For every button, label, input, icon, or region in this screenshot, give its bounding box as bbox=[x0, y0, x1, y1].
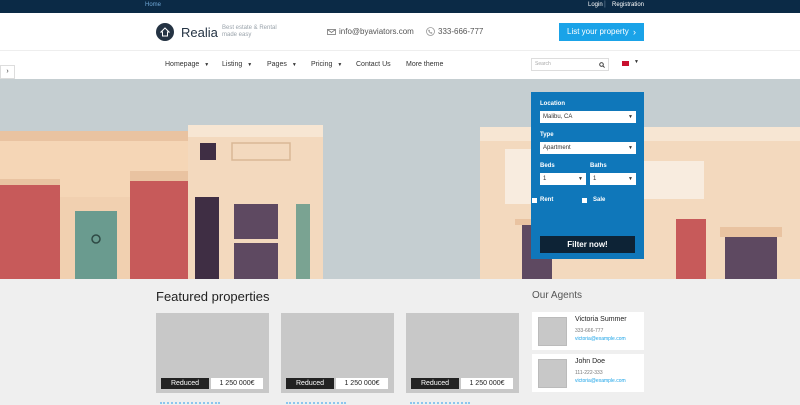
location-label: Location bbox=[540, 101, 565, 107]
contact-phone[interactable]: 333-666-777 bbox=[438, 27, 483, 36]
search-icon[interactable] bbox=[599, 62, 605, 68]
login-link[interactable]: Login bbox=[588, 2, 603, 8]
nav-item-label: Contact Us bbox=[356, 61, 391, 68]
type-value: Apartment bbox=[543, 145, 571, 151]
chevron-down-icon: ▼ bbox=[628, 145, 633, 151]
location-value: Malibu, CA bbox=[543, 114, 573, 120]
property-card[interactable]: Reduced 1 250 000€ bbox=[406, 313, 519, 393]
type-label: Type bbox=[540, 132, 554, 138]
agent-photo[interactable] bbox=[538, 359, 567, 388]
nav-item-pages[interactable]: Pages ▼ bbox=[267, 61, 297, 68]
rent-checkbox[interactable] bbox=[532, 198, 537, 203]
brand-name[interactable]: Realia bbox=[181, 25, 218, 40]
agent-phone: 111-222-333 bbox=[575, 370, 603, 376]
topbar-separator: | bbox=[604, 1, 606, 8]
featured-properties-title: Featured properties bbox=[156, 289, 270, 304]
agent-card[interactable]: Victoria Summer 333-666-777 victoria@exa… bbox=[532, 312, 644, 350]
list-property-label: List your property bbox=[567, 27, 629, 36]
nav-item-label: Pricing bbox=[311, 61, 333, 68]
status-badge: Reduced bbox=[286, 378, 334, 389]
chevron-down-icon: ▼ bbox=[628, 176, 633, 182]
caret-down-icon: ▼ bbox=[337, 62, 343, 68]
sale-label: Sale bbox=[593, 197, 606, 203]
phone-icon bbox=[426, 27, 435, 36]
price-tag: 1 250 000€ bbox=[336, 378, 388, 389]
list-property-button[interactable]: List your property › bbox=[559, 23, 644, 41]
uk-flag-icon[interactable] bbox=[622, 61, 629, 66]
agent-email[interactable]: victoria@example.com bbox=[575, 336, 626, 342]
mail-icon bbox=[327, 29, 336, 35]
agent-name[interactable]: John Doe bbox=[575, 358, 605, 365]
price-tag: 1 250 000€ bbox=[211, 378, 263, 389]
beds-label: Beds bbox=[540, 163, 555, 169]
nav-item-label: Pages bbox=[267, 61, 287, 68]
property-card[interactable]: Reduced 1 250 000€ bbox=[281, 313, 394, 393]
nav-item-label: Listing bbox=[222, 61, 243, 68]
price-tag: 1 250 000€ bbox=[461, 378, 513, 389]
property-filter-panel: Location Malibu, CA ▼ Type Apartment ▼ B… bbox=[531, 92, 644, 259]
nav-item-listing[interactable]: Listing ▼ bbox=[222, 61, 252, 68]
location-select[interactable]: Malibu, CA ▼ bbox=[540, 111, 636, 123]
nav-item-contact[interactable]: Contact Us bbox=[356, 61, 391, 68]
contact-email[interactable]: info@byaviators.com bbox=[339, 27, 414, 36]
nav-item-label: Homepage bbox=[165, 61, 200, 68]
registration-link[interactable]: Registration bbox=[612, 2, 644, 8]
chevron-right-icon: › bbox=[6, 68, 9, 75]
top-bar: Home Login | Registration bbox=[0, 0, 800, 13]
agent-name[interactable]: Victoria Summer bbox=[575, 316, 627, 323]
filter-submit-button[interactable]: Filter now! bbox=[540, 236, 635, 253]
nav-item-homepage[interactable]: Homepage ▼ bbox=[165, 61, 209, 68]
nav-item-pricing[interactable]: Pricing ▼ bbox=[311, 61, 342, 68]
type-select[interactable]: Apartment ▼ bbox=[540, 142, 636, 154]
agent-photo[interactable] bbox=[538, 317, 567, 346]
baths-label: Baths bbox=[590, 163, 607, 169]
main-nav: Homepage ▼ Listing ▼ Pages ▼ Pricing ▼ Conta… bbox=[0, 50, 800, 79]
agent-email[interactable]: victoria@example.com bbox=[575, 378, 626, 384]
status-badge: Reduced bbox=[161, 378, 209, 389]
chevron-down-icon: ▼ bbox=[628, 114, 633, 120]
agent-phone: 333-666-777 bbox=[575, 328, 604, 334]
nav-item-label: More theme bbox=[406, 61, 444, 68]
site-header: Realia Best estate & Rental made easy in… bbox=[0, 13, 800, 50]
beds-select[interactable]: 1 ▼ bbox=[540, 173, 586, 185]
caret-down-icon: ▼ bbox=[247, 62, 253, 68]
hero-illustration bbox=[0, 79, 800, 279]
agent-card[interactable]: John Doe 111-222-333 victoria@example.co… bbox=[532, 354, 644, 392]
rent-label: Rent bbox=[540, 197, 554, 203]
chevron-right-icon: › bbox=[633, 27, 636, 37]
baths-value: 1 bbox=[593, 176, 597, 182]
home-link[interactable]: Home bbox=[145, 2, 161, 8]
caret-down-icon[interactable]: ▼ bbox=[634, 59, 639, 65]
nav-item-more-theme[interactable]: More theme bbox=[406, 61, 443, 68]
search-input[interactable]: Search bbox=[531, 58, 609, 71]
sale-checkbox[interactable] bbox=[582, 198, 587, 203]
beds-value: 1 bbox=[543, 176, 547, 182]
caret-down-icon: ▼ bbox=[291, 62, 297, 68]
logo-home-icon[interactable] bbox=[156, 23, 174, 41]
hero-buildings-image bbox=[0, 125, 800, 279]
side-panel-toggle[interactable]: › bbox=[0, 65, 15, 79]
baths-select[interactable]: 1 ▼ bbox=[590, 173, 636, 185]
caret-down-icon: ▼ bbox=[204, 62, 210, 68]
our-agents-title: Our Agents bbox=[532, 290, 583, 301]
property-card[interactable]: Reduced 1 250 000€ bbox=[156, 313, 269, 393]
brand-tagline: Best estate & Rental made easy bbox=[222, 25, 277, 38]
chevron-down-icon: ▼ bbox=[578, 176, 583, 182]
status-badge: Reduced bbox=[411, 378, 459, 389]
search-placeholder: Search bbox=[535, 61, 551, 67]
